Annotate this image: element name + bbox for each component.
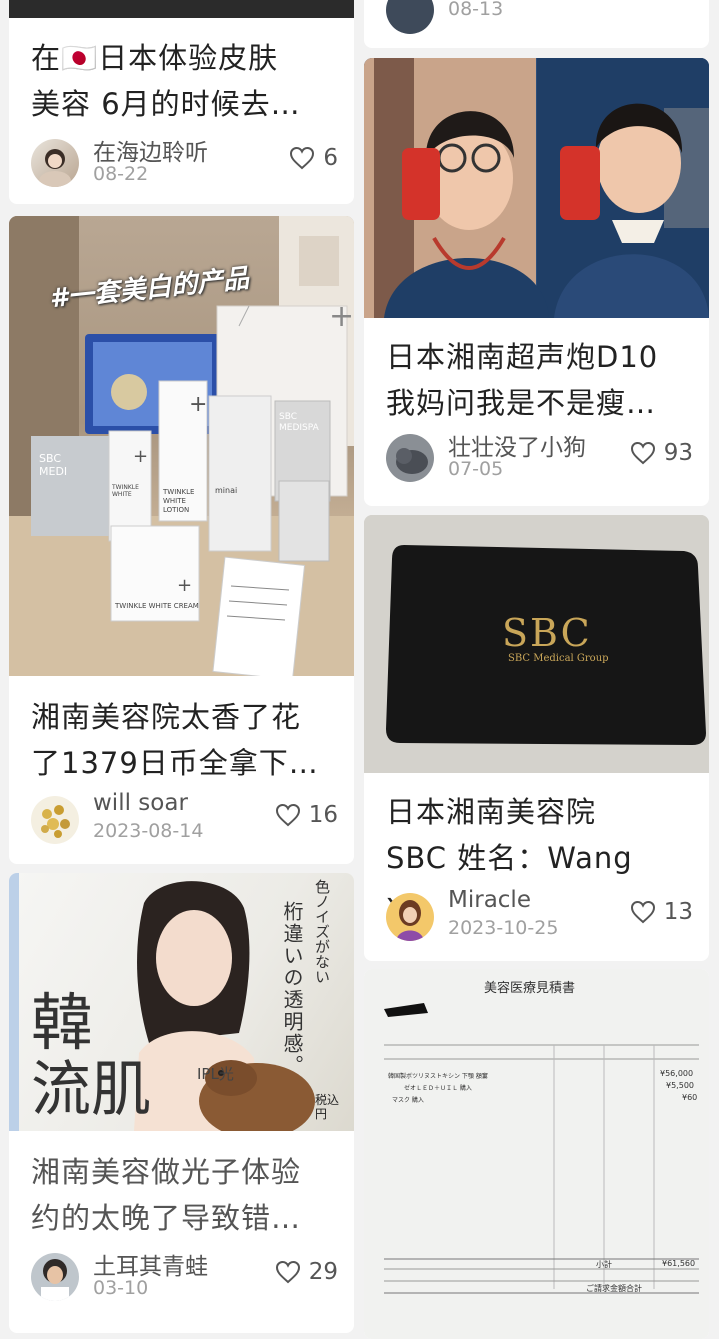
like-count: 29 xyxy=(308,1259,338,1285)
post-card[interactable]: 在🇯🇵日本体验皮肤 美容 6月的时候去… 在海边聆听 08-22 6 xyxy=(9,0,354,204)
card-subtitle: SBC Medical Group xyxy=(508,653,609,664)
post-card[interactable]: 日本湘南超声炮D10 我妈问我是不是瘦… 壮壮没了小狗 07-05 93 xyxy=(364,58,709,506)
like-count: 93 xyxy=(663,440,693,466)
post-title: 在🇯🇵日本体验皮肤 美容 6月的时候去… xyxy=(31,41,301,121)
product-label: minai xyxy=(215,486,238,495)
ad-vertical-text: 色ノイズがない xyxy=(313,879,331,984)
product-label: TWINKLE WHITE LOTION xyxy=(163,488,195,514)
svg-text:+: + xyxy=(133,446,148,467)
post-card[interactable]: SBC SBC Medical Group 日本湘南美容院 SBC 姓名：Wan… xyxy=(364,515,709,961)
post-meta: 在海边聆听 08-22 6 xyxy=(31,137,338,189)
product-label: SBC MEDI xyxy=(39,452,68,478)
post-image[interactable]: 美容医療見積書 韓国製ボツリヌストキシン 下顎 額窶 ¥56,000 ゼオＬＥＤ… xyxy=(364,969,709,1339)
ad-price: 税込 円 xyxy=(315,1093,340,1121)
post-meta: 壮壮没了小狗 07-05 93 xyxy=(386,432,693,484)
like-count: 13 xyxy=(663,899,693,925)
author-name[interactable]: Miracle xyxy=(448,887,531,913)
post-title: 湘南美容院太香了花 了1379日币全拿下… xyxy=(31,700,319,780)
heart-icon xyxy=(275,1260,300,1284)
post-meta: will soar 2023-08-14 16 xyxy=(31,790,338,846)
heart-icon xyxy=(275,803,300,827)
ad-headline: 韓 xyxy=(31,986,94,1059)
post-date: 2023-10-25 xyxy=(448,917,559,939)
author-name[interactable]: will soar xyxy=(93,790,188,816)
post-card[interactable]: 美容医療見積書 韓国製ボツリヌストキシン 下顎 額窶 ¥56,000 ゼオＬＥＤ… xyxy=(364,969,709,1339)
card-brand: SBC xyxy=(502,611,592,655)
post-date: 08-13 xyxy=(448,0,504,20)
post-title: 湘南美容做光子体验 约的太晚了导致错… xyxy=(31,1155,302,1235)
post-image[interactable]: + + + + #一套美白的产品 SBC MEDI SBC MEDISPA TW… xyxy=(9,216,354,676)
svg-text:+: + xyxy=(329,299,354,334)
document-row: 韓国製ボツリヌストキシン 下顎 額窶 xyxy=(388,1073,488,1080)
like-count: 6 xyxy=(323,145,338,171)
product-label: TWINKLE WHITE CREAM xyxy=(115,602,199,610)
document-row: マスク 購入 xyxy=(392,1097,424,1104)
post-meta: 08-13 xyxy=(386,0,693,36)
post-image[interactable]: 色ノイズがない 桁違いの透明感。 韓 流肌 IPL光 税込 円 xyxy=(9,873,354,1131)
post-image xyxy=(9,0,354,18)
author-name[interactable]: 壮壮没了小狗 xyxy=(448,428,586,462)
post-card[interactable]: 08-13 xyxy=(364,0,709,48)
ad-small-text: IPL光 xyxy=(197,1065,234,1083)
document-total-label: ご請求金額合計 xyxy=(586,1284,642,1293)
post-title: 日本湘南超声炮D10 我妈问我是不是瘦… xyxy=(386,340,659,420)
like-count: 16 xyxy=(308,802,338,828)
like-button[interactable]: 6 xyxy=(289,145,338,171)
post-image[interactable]: SBC SBC Medical Group xyxy=(364,515,709,773)
author-name[interactable]: 在海边聆听 xyxy=(93,133,208,167)
heart-icon xyxy=(630,441,655,465)
document-subtotal-label: 小計 xyxy=(596,1260,612,1269)
post-card[interactable]: 色ノイズがない 桁違いの透明感。 韓 流肌 IPL光 税込 円 湘南美容做光子体… xyxy=(9,873,354,1333)
avatar[interactable] xyxy=(386,0,434,34)
document-amount: ¥5,500 xyxy=(666,1081,694,1090)
ad-headline: 流肌 xyxy=(31,1055,151,1125)
post-date: 03-10 xyxy=(93,1277,149,1299)
heart-icon xyxy=(630,900,655,924)
document-row: ゼオＬＥＤ＋ＵＩＬ 購入 xyxy=(404,1085,472,1092)
ad-vertical-text: 桁違いの透明感。 xyxy=(280,901,304,1077)
post-date: 2023-08-14 xyxy=(93,820,204,842)
product-label: SBC MEDISPA xyxy=(279,412,319,433)
like-button[interactable]: 13 xyxy=(630,899,693,925)
post-date: 08-22 xyxy=(93,163,149,185)
post-meta: 土耳其青蛙 03-10 29 xyxy=(31,1251,338,1303)
heart-icon xyxy=(290,146,315,170)
svg-text:+: + xyxy=(189,392,207,417)
post-card[interactable]: + + + + #一套美白的产品 SBC MEDI SBC MEDISPA TW… xyxy=(9,216,354,864)
avatar[interactable] xyxy=(386,434,434,482)
author-name[interactable]: 土耳其青蛙 xyxy=(93,1247,208,1281)
like-button[interactable]: 93 xyxy=(630,440,693,466)
avatar[interactable] xyxy=(31,139,79,187)
like-button[interactable]: 16 xyxy=(275,802,338,828)
document-total: ¥61,560 xyxy=(662,1259,696,1268)
avatar[interactable] xyxy=(31,796,79,844)
like-button[interactable]: 29 xyxy=(275,1259,338,1285)
document-amount: ¥56,000 xyxy=(660,1069,694,1078)
post-image[interactable] xyxy=(364,58,709,318)
post-meta: Miracle 2023-10-25 13 xyxy=(386,887,693,943)
product-label: TWINKLE WHITE xyxy=(112,484,139,498)
svg-text:+: + xyxy=(177,575,192,596)
post-date: 07-05 xyxy=(448,458,504,480)
avatar[interactable] xyxy=(31,1253,79,1301)
document-amount: ¥60 xyxy=(682,1093,698,1102)
avatar[interactable] xyxy=(386,893,434,941)
